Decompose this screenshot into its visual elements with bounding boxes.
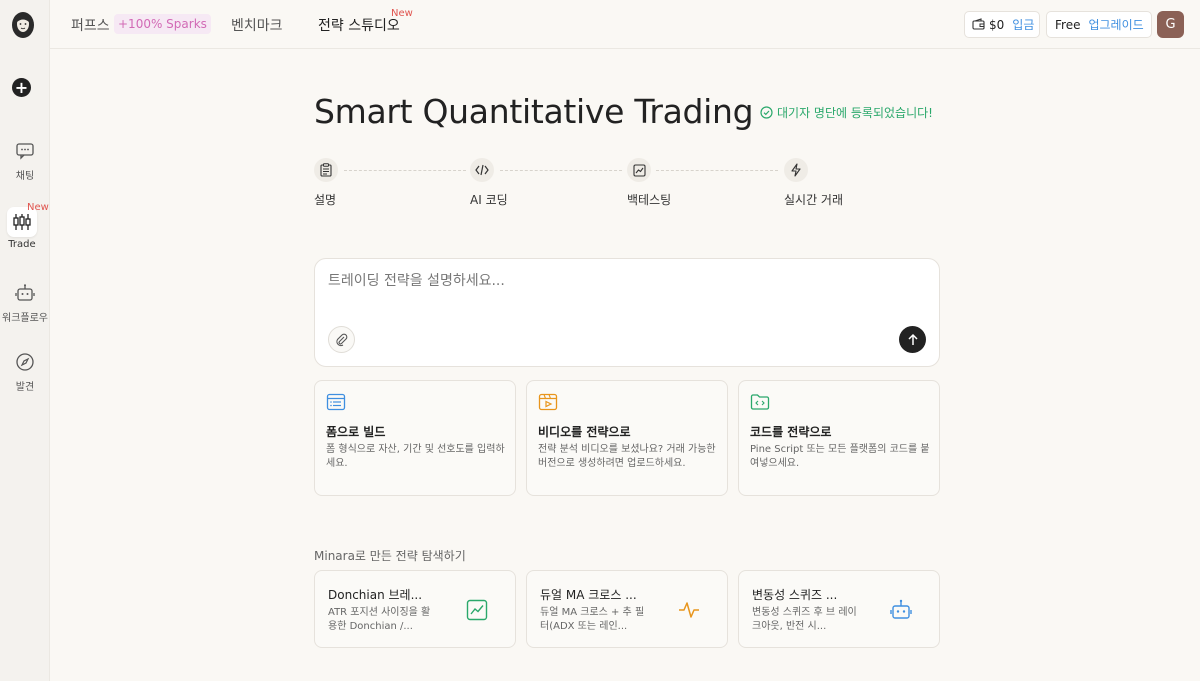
sidebar: + 채팅 New Trade 워크플로우 발견 (0, 0, 50, 681)
sparks-badge: +100% Sparks (114, 14, 211, 34)
sidebar-item-workflow[interactable]: 워크플로우 (0, 283, 50, 324)
sidebar-item-label: 채팅 (15, 171, 35, 182)
robot-icon (890, 599, 912, 619)
explore-strategy-card[interactable]: Donchian 브레... ATR 포지션 사이징을 활용한 Donchian… (314, 570, 516, 648)
clipboard-icon (320, 163, 332, 177)
send-button[interactable] (899, 326, 926, 353)
step-connector (656, 170, 778, 171)
card-title: 코드를 전략으로 (750, 425, 832, 439)
step-label: 설명 (314, 193, 337, 207)
explore-strategy-card[interactable]: 변동성 스퀴즈 ... 변동성 스퀴즈 후 브 레이크아웃, 반전 시... (738, 570, 940, 648)
explore-heading: Minara로 만든 전략 탐색하기 (314, 549, 466, 563)
robot-icon (15, 284, 35, 301)
nav-perps[interactable]: 퍼프스 (71, 15, 110, 35)
card-title: 폼으로 빌드 (326, 425, 386, 439)
sidebar-item-label: 워크플로우 (2, 313, 48, 324)
step-label: AI 코딩 (470, 193, 508, 207)
pulse-icon (679, 602, 699, 618)
arrow-up-icon (907, 333, 918, 345)
new-badge: New (391, 8, 413, 19)
trend-chart-icon (466, 599, 488, 621)
card-description: Pine Script 또는 모든 플랫폼의 코드를 붙여넣으세요. (750, 444, 930, 469)
wallet-button[interactable]: $0 입금 (964, 11, 1040, 38)
code-to-strategy-card[interactable]: 코드를 전략으로 Pine Script 또는 모든 플랫폼의 코드를 붙여넣으… (738, 380, 940, 496)
code-folder-icon (750, 394, 770, 410)
lightning-icon (791, 163, 801, 177)
strategy-prompt-box (314, 258, 940, 367)
plan-box: Free 업그레이드 (1046, 11, 1152, 38)
new-badge: New (27, 202, 49, 213)
strategy-title: 듀얼 MA 크로스 ... (540, 588, 637, 602)
compass-icon (16, 353, 34, 371)
chart-icon (632, 163, 646, 177)
sidebar-item-discover[interactable]: 발견 (0, 352, 50, 393)
deposit-link[interactable]: 입금 (1012, 16, 1034, 33)
new-chat-button[interactable]: + (12, 78, 31, 97)
card-title: 비디오를 전략으로 (538, 425, 631, 439)
wallet-balance: $0 (989, 17, 1005, 32)
attach-button[interactable] (328, 326, 355, 353)
sidebar-item-label: Trade (8, 239, 36, 250)
code-icon (475, 164, 489, 176)
strategy-title: Donchian 브레... (328, 588, 423, 602)
page-title: Smart Quantitative Trading (314, 92, 754, 131)
video-icon (538, 393, 558, 411)
check-circle-icon (760, 106, 773, 119)
sidebar-item-chat[interactable]: 채팅 (0, 141, 50, 182)
step-label: 백테스팅 (627, 193, 672, 207)
top-bar: 퍼프스 +100% Sparks 벤치마크 전략 스튜디오 New $0 입금 … (50, 0, 1200, 49)
plus-icon: + (14, 77, 29, 97)
waitlist-text: 대기자 명단에 등록되었습니다! (777, 106, 933, 120)
nav-benchmark[interactable]: 벤치마크 (231, 15, 283, 35)
strategy-description: 듀얼 MA 크로스 + 추 필터(ADX 또는 레인... (540, 607, 645, 632)
explore-strategy-card[interactable]: 듀얼 MA 크로스 ... 듀얼 MA 크로스 + 추 필터(ADX 또는 레인… (526, 570, 728, 648)
strategy-input[interactable] (328, 273, 918, 289)
plan-name: Free (1055, 17, 1081, 32)
chat-icon (16, 143, 34, 160)
step-label: 실시간 거래 (784, 193, 844, 207)
video-to-strategy-card[interactable]: 비디오를 전략으로 전략 분석 비디오를 보셨나요? 거래 가능한 버전으로 생… (526, 380, 728, 496)
form-list-icon (326, 393, 346, 411)
step-backtesting: 백테스팅 (627, 158, 671, 207)
upgrade-link[interactable]: 업그레이드 (1088, 16, 1143, 33)
step-live-trading: 실시간 거래 (784, 158, 843, 207)
candlestick-icon (13, 214, 31, 230)
card-description: 폼 형식으로 자산, 기간 및 선호도를 입력하세요. (326, 444, 505, 469)
step-connector (500, 170, 622, 171)
nav-strategy-studio[interactable]: 전략 스튜디오 (318, 15, 400, 35)
build-with-form-card[interactable]: 폼으로 빌드 폼 형식으로 자산, 기간 및 선호도를 입력하세요. (314, 380, 516, 496)
strategy-title: 변동성 스퀴즈 ... (752, 588, 838, 602)
wallet-icon (972, 18, 985, 30)
step-describe: 설명 (314, 158, 338, 207)
logo-icon[interactable] (9, 9, 37, 39)
strategy-description: 변동성 스퀴즈 후 브 레이크아웃, 반전 시... (752, 607, 857, 632)
step-connector (344, 170, 466, 171)
paperclip-icon (335, 333, 347, 346)
step-ai-coding: AI 코딩 (470, 158, 508, 207)
card-description: 전략 분석 비디오를 보셨나요? 거래 가능한 버전으로 생성하려면 업로드하세… (538, 444, 716, 469)
avatar[interactable]: G (1157, 11, 1184, 38)
waitlist-status: 대기자 명단에 등록되었습니다! (760, 104, 933, 121)
strategy-description: ATR 포지션 사이징을 활용한 Donchian /... (328, 607, 431, 632)
sidebar-item-label: 발견 (15, 382, 35, 393)
